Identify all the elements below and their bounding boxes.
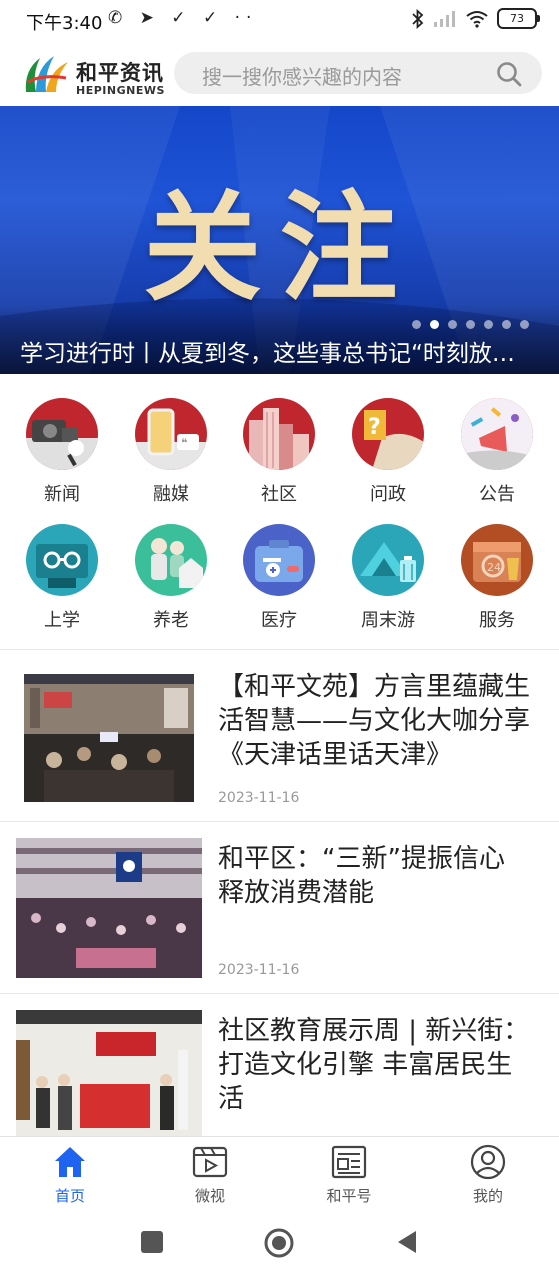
carousel-dot[interactable] bbox=[448, 320, 457, 329]
back-button[interactable] bbox=[396, 1230, 418, 1254]
news-item[interactable]: 【和平文苑】方言里蕴藏生活智慧——与文化大咖分享《天津话里话天津》 2023-1… bbox=[0, 650, 559, 821]
phone-icon[interactable]: ❝ bbox=[135, 398, 207, 470]
category-label: 上学 bbox=[44, 610, 80, 631]
megaphone-icon[interactable] bbox=[461, 398, 533, 470]
category-label: 周末游 bbox=[361, 610, 415, 631]
nav-label: 和平号 bbox=[326, 1187, 372, 1205]
notification-icons: ✆ ➤ ✓ ✓ ·· bbox=[108, 8, 258, 28]
carousel-dot[interactable] bbox=[466, 320, 475, 329]
home-button[interactable] bbox=[264, 1228, 294, 1258]
category-label: 问政 bbox=[370, 484, 406, 505]
camera-mic-icon[interactable] bbox=[26, 398, 98, 470]
medical-kit-icon[interactable] bbox=[243, 524, 315, 596]
article-icon[interactable] bbox=[330, 1143, 368, 1181]
status-bar: 下午3:40 ✆ ➤ ✓ ✓ ·· 73 bbox=[0, 0, 559, 40]
profile-icon[interactable] bbox=[469, 1143, 507, 1181]
category-school[interactable]: 上学 bbox=[17, 524, 107, 632]
search-bar[interactable]: 搜一搜你感兴趣的内容 bbox=[174, 52, 542, 94]
nav-home[interactable]: 首页 bbox=[20, 1143, 120, 1206]
carousel-dot[interactable] bbox=[520, 320, 529, 329]
battery-indicator: 73 bbox=[497, 8, 540, 29]
status-right: 73 bbox=[411, 8, 540, 29]
banner-caption[interactable]: 学习进行时丨从夏到冬，这些事总书记“时刻放在心上” bbox=[20, 334, 520, 368]
wifi-icon bbox=[466, 10, 488, 28]
carousel-dot[interactable] bbox=[502, 320, 511, 329]
logo-name: 和平资讯 bbox=[76, 61, 164, 85]
nav-profile[interactable]: 我的 bbox=[438, 1143, 538, 1206]
category-service[interactable]: 24 服务 bbox=[452, 524, 542, 632]
nav-video[interactable]: 微视 bbox=[160, 1143, 260, 1206]
category-inquiry[interactable]: ? 问政 bbox=[343, 398, 433, 506]
news-date: 2023-11-16 bbox=[218, 790, 300, 806]
category-community[interactable]: 社区 bbox=[234, 398, 324, 506]
news-thumbnail[interactable] bbox=[24, 674, 194, 802]
signal-icon bbox=[434, 10, 455, 27]
buildings-icon[interactable] bbox=[243, 398, 315, 470]
news-title[interactable]: 和平区：“三新”提振信心 释放消费潜能 bbox=[218, 842, 538, 910]
category-grid: 新闻 ❝ 融媒 社区 ? 问政 公告 上学 养老 医疗 周末游 24 服务 bbox=[0, 374, 559, 649]
carousel-indicator bbox=[412, 320, 529, 329]
bottom-navigation: 首页 微视 和平号 我的 bbox=[0, 1136, 559, 1211]
category-label: 养老 bbox=[153, 610, 189, 631]
banner-carousel[interactable]: 关注 学习进行时丨从夏到冬，这些事总书记“时刻放在心上” bbox=[0, 106, 559, 374]
question-icon[interactable]: ? bbox=[352, 398, 424, 470]
category-media[interactable]: ❝ 融媒 bbox=[126, 398, 216, 506]
category-label: 新闻 bbox=[44, 484, 80, 505]
elderly-icon[interactable] bbox=[135, 524, 207, 596]
news-title[interactable]: 【和平文苑】方言里蕴藏生活智慧——与文化大咖分享《天津话里话天津》 bbox=[218, 670, 538, 772]
bluetooth-icon bbox=[412, 8, 424, 29]
category-weekend-travel[interactable]: 周末游 bbox=[343, 524, 433, 632]
search-placeholder[interactable]: 搜一搜你感兴趣的内容 bbox=[202, 61, 402, 90]
banner-headline: 关注 bbox=[143, 178, 416, 317]
category-medical[interactable]: 医疗 bbox=[234, 524, 324, 632]
nav-label: 首页 bbox=[54, 1187, 85, 1205]
nav-heping-account[interactable]: 和平号 bbox=[299, 1143, 399, 1206]
search-icon[interactable] bbox=[496, 61, 522, 87]
carousel-dot[interactable] bbox=[412, 320, 421, 329]
news-item[interactable]: 和平区：“三新”提振信心 释放消费潜能 2023-11-16 bbox=[0, 822, 559, 993]
news-thumbnail[interactable] bbox=[16, 838, 202, 978]
status-time: 下午3:40 bbox=[26, 13, 103, 34]
app-logo: 和平资讯 HEPINGNEWS bbox=[22, 50, 172, 97]
category-notice[interactable]: 公告 bbox=[452, 398, 542, 506]
category-news[interactable]: 新闻 bbox=[17, 398, 107, 506]
logo-mark-icon bbox=[25, 56, 68, 92]
nav-label: 微视 bbox=[194, 1187, 225, 1205]
carousel-dot[interactable] bbox=[484, 320, 493, 329]
news-item[interactable]: 社区教育展示周 | 新兴街：打造文化引擎 丰富居民生活 bbox=[0, 994, 559, 1136]
news-thumbnail[interactable] bbox=[16, 1010, 202, 1136]
carousel-dot-active[interactable] bbox=[430, 320, 439, 329]
video-icon[interactable] bbox=[191, 1143, 229, 1181]
recent-apps-button[interactable] bbox=[140, 1230, 164, 1254]
category-elderly[interactable]: 养老 bbox=[126, 524, 216, 632]
category-label: 服务 bbox=[479, 610, 515, 631]
service-icon[interactable]: 24 bbox=[461, 524, 533, 596]
svg-text:❝: ❝ bbox=[181, 436, 187, 450]
category-label: 医疗 bbox=[261, 610, 297, 631]
school-icon[interactable] bbox=[26, 524, 98, 596]
news-title[interactable]: 社区教育展示周 | 新兴街：打造文化引擎 丰富居民生活 bbox=[218, 1014, 538, 1116]
nav-label: 我的 bbox=[472, 1187, 503, 1205]
travel-icon[interactable] bbox=[352, 524, 424, 596]
news-date: 2023-11-16 bbox=[218, 962, 300, 978]
home-icon[interactable] bbox=[51, 1143, 89, 1181]
system-navigation-bar bbox=[0, 1210, 559, 1280]
category-label: 公告 bbox=[479, 484, 515, 505]
category-label: 社区 bbox=[261, 484, 297, 505]
logo-subtitle: HEPINGNEWS bbox=[76, 84, 165, 97]
app-header: 和平资讯 HEPINGNEWS 搜一搜你感兴趣的内容 bbox=[0, 40, 559, 106]
svg-text:?: ? bbox=[368, 415, 381, 440]
category-label: 融媒 bbox=[153, 484, 189, 505]
svg-text:24: 24 bbox=[487, 561, 501, 574]
